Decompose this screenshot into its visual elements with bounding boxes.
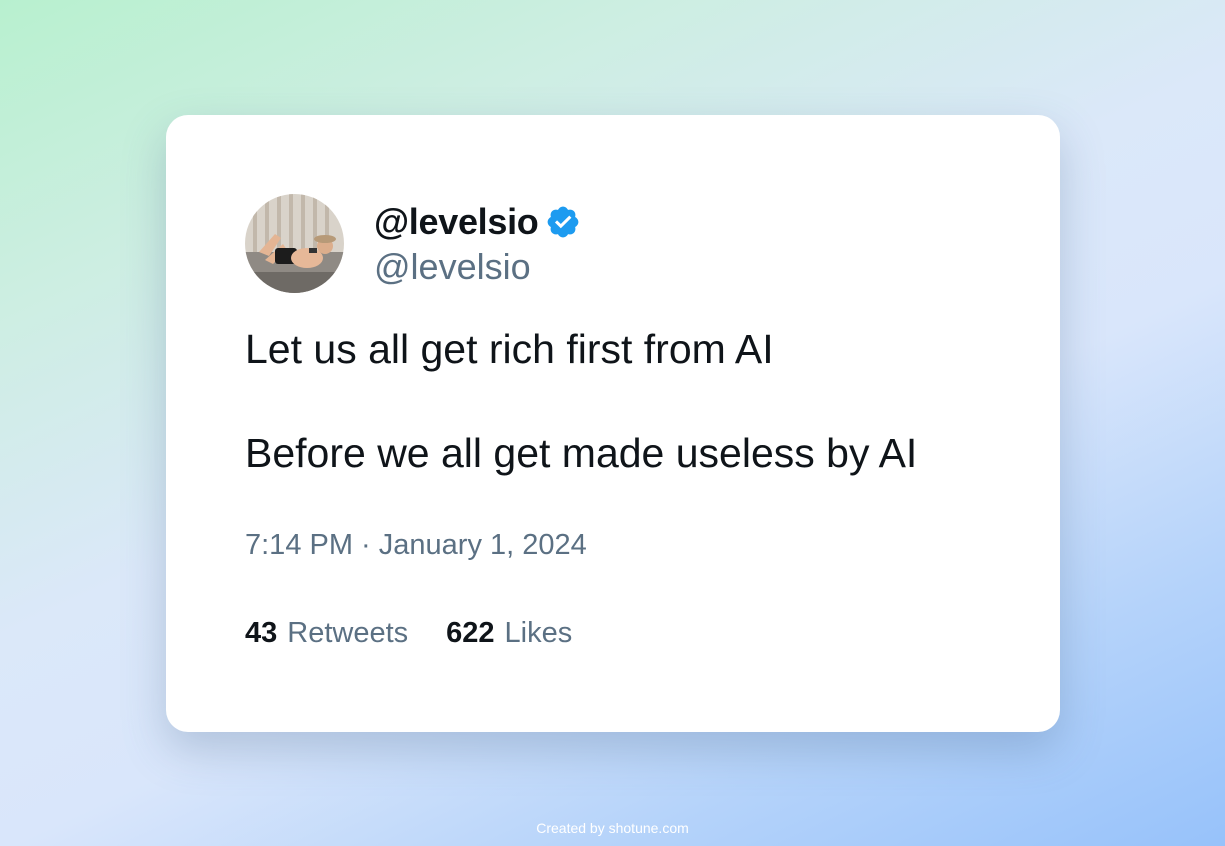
avatar[interactable] [245, 194, 344, 293]
retweets-stat[interactable]: 43 Retweets [245, 617, 408, 650]
likes-stat[interactable]: 622 Likes [446, 617, 572, 650]
footer-credit[interactable]: Created by shotune.com [0, 820, 1225, 836]
tweet-text-line: Before we all get made useless by AI [245, 430, 918, 476]
tweet-stats: 43 Retweets 622 Likes [245, 617, 572, 650]
retweets-count: 43 [245, 617, 278, 649]
tweet-header: @levelsio @levelsio [245, 194, 581, 293]
retweets-label: Retweets [287, 617, 409, 649]
display-name[interactable]: @levelsio [374, 201, 539, 243]
tweet-timestamp[interactable]: 7:14 PM · January 1, 2024 [245, 529, 587, 562]
tweet-text: Let us all get rich first from AI Before… [245, 325, 1005, 477]
tweet-text-line: Let us all get rich first from AI [245, 326, 774, 372]
author-names: @levelsio @levelsio [374, 199, 581, 289]
avatar-photo [245, 194, 344, 293]
user-handle[interactable]: @levelsio [374, 245, 581, 289]
tweet-card: @levelsio @levelsio Let us all get rich … [166, 115, 1060, 732]
likes-count: 622 [446, 617, 495, 649]
likes-label: Likes [504, 617, 573, 649]
verified-badge-icon [545, 204, 581, 240]
display-name-row: @levelsio [374, 199, 581, 245]
